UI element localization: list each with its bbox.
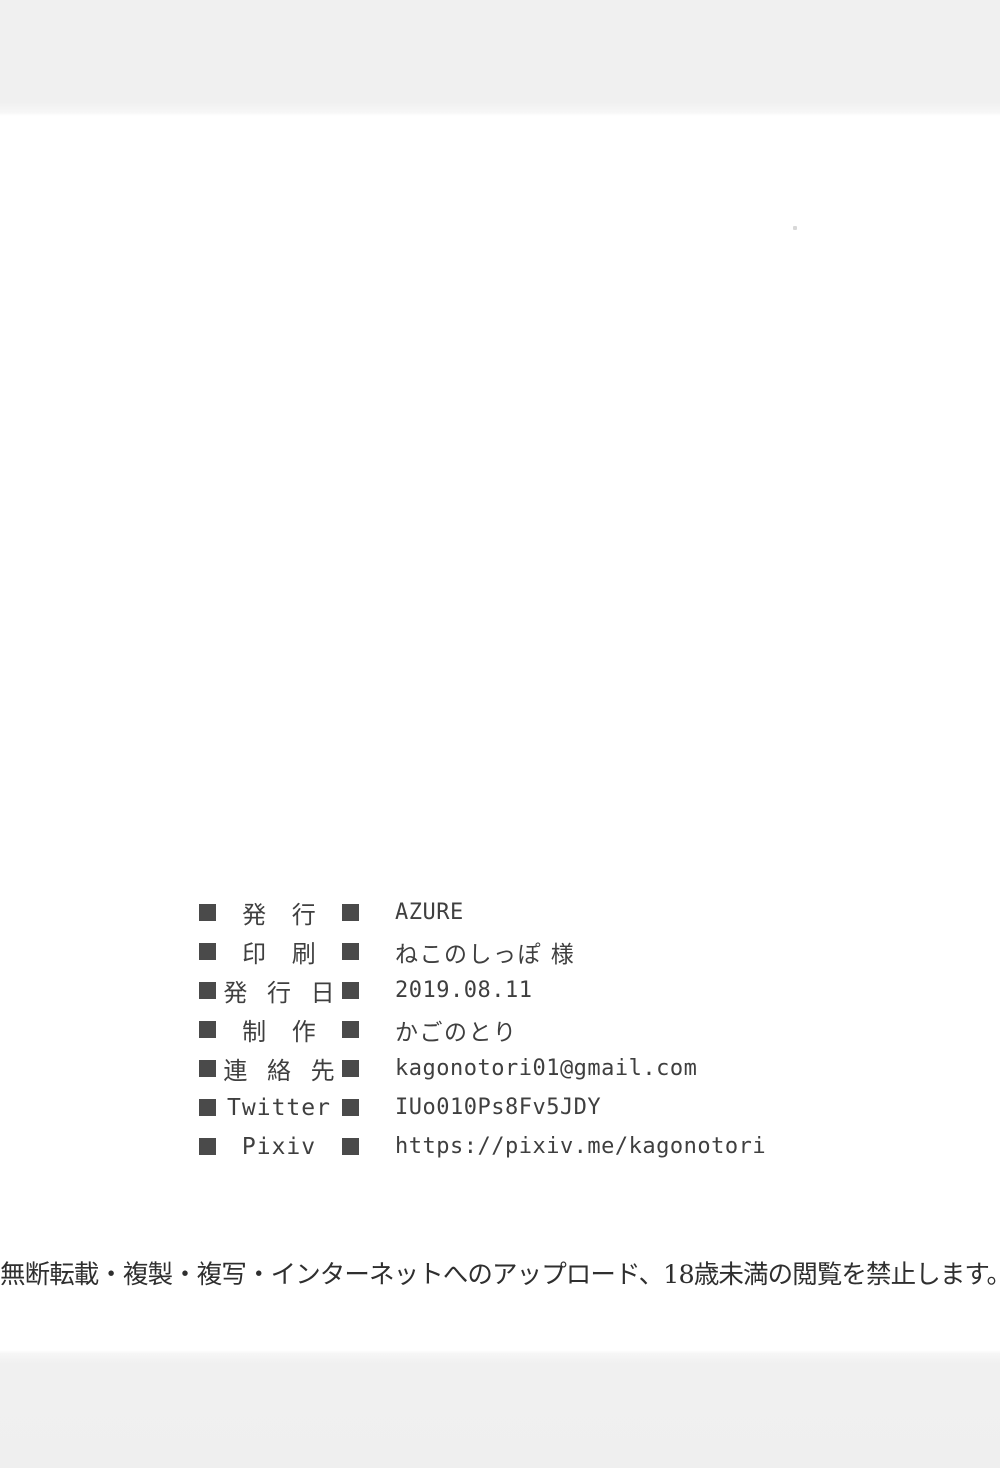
colophon-value-publisher: AZURE — [395, 900, 464, 925]
scan-speck — [793, 226, 797, 230]
colophon-label-publisher: 発 行 — [242, 901, 325, 929]
colophon-label-publication-date: 発 行 日 — [223, 979, 341, 1007]
colophon-value-production: かごのとり — [395, 1019, 518, 1046]
square-bullet-icon — [342, 1021, 359, 1038]
colophon-label-twitter: Twitter — [227, 1094, 331, 1121]
square-bullet-icon — [199, 943, 216, 960]
square-bullet-icon — [342, 982, 359, 999]
square-bullet-icon — [199, 1060, 216, 1077]
scan-band-top — [0, 0, 1000, 116]
colophon-value-contact-email: kagonotori01@gmail.com — [395, 1056, 698, 1081]
colophon-label-printer: 印 刷 — [242, 940, 325, 968]
colophon-page: 発 行 AZURE 印 刷 ねこのしっぽ 様 発 行 日 2019.08.11 … — [0, 0, 1000, 1468]
scan-band-bottom — [0, 1350, 1000, 1468]
square-bullet-icon — [342, 943, 359, 960]
colophon-value-pixiv-url: https://pixiv.me/kagonotori — [395, 1134, 767, 1159]
square-bullet-icon — [342, 1099, 359, 1116]
colophon-row: 発 行 日 2019.08.11 — [0, 971, 1000, 1010]
colophon-row: 連 絡 先 kagonotori01@gmail.com — [0, 1049, 1000, 1088]
square-bullet-icon — [342, 1060, 359, 1077]
colophon-value-publication-date: 2019.08.11 — [395, 978, 533, 1003]
colophon-value-twitter-handle: IUo010Ps8Fv5JDY — [395, 1095, 602, 1120]
square-bullet-icon — [342, 904, 359, 921]
square-bullet-icon — [199, 982, 216, 999]
colophon-row: 発 行 AZURE — [0, 893, 1000, 932]
colophon-row: 印 刷 ねこのしっぽ 様 — [0, 932, 1000, 971]
colophon-row: 制 作 かごのとり — [0, 1010, 1000, 1049]
colophon-list: 発 行 AZURE 印 刷 ねこのしっぽ 様 発 行 日 2019.08.11 … — [0, 893, 1000, 1166]
copyright-warning-text: 無断転載・複製・複写・インターネットへのアップロード、18歳未満の閲覧を禁止しま… — [0, 1260, 1000, 1290]
square-bullet-icon — [199, 1021, 216, 1038]
colophon-label-contact: 連 絡 先 — [223, 1057, 341, 1085]
colophon-label-production: 制 作 — [242, 1018, 325, 1046]
square-bullet-icon — [342, 1138, 359, 1155]
square-bullet-icon — [199, 1138, 216, 1155]
colophon-row: Twitter IUo010Ps8Fv5JDY — [0, 1088, 1000, 1127]
square-bullet-icon — [199, 904, 216, 921]
colophon-label-pixiv: Pixiv — [241, 1133, 317, 1160]
square-bullet-icon — [199, 1099, 216, 1116]
colophon-value-printer: ねこのしっぽ 様 — [395, 941, 576, 968]
colophon-row: Pixiv https://pixiv.me/kagonotori — [0, 1127, 1000, 1166]
